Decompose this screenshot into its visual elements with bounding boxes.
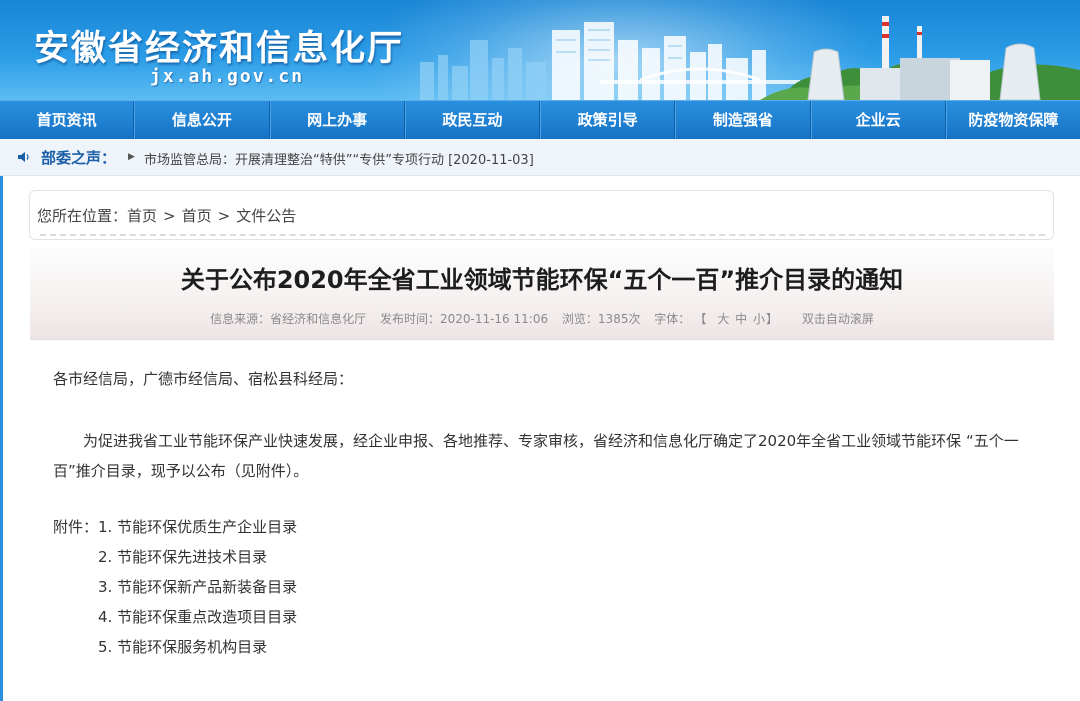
article-salutation: 各市经信局，广德市经信局、宿松县科经局： — [53, 370, 354, 388]
nav-item-enterprise-cloud[interactable]: 企业云 — [810, 101, 946, 139]
site-domain: jx.ah.gov.cn — [150, 66, 305, 87]
breadcrumb-panel: 您所在位置：首页 > 首页 > 文件公告 — [29, 190, 1054, 240]
font-size-control: 字体： 【大 中 小】 — [654, 312, 788, 326]
font-size-label: 字体： — [654, 312, 691, 326]
nav-item-manufacturing[interactable]: 制造强省 — [675, 101, 811, 139]
article-publish-time: 发布时间：2020-11-16 11:06 — [379, 312, 549, 326]
font-size-large[interactable]: 大 — [717, 312, 729, 326]
attachments-label: 附件： — [53, 518, 99, 536]
nav-item-online-services[interactable]: 网上办事 — [269, 101, 405, 139]
page-left-edge — [0, 139, 3, 701]
breadcrumb: 您所在位置：首页 > 首页 > 文件公告 — [37, 205, 296, 226]
attachment-link[interactable]: 1. 节能环保优质生产企业目录 — [98, 516, 297, 537]
speaker-icon — [18, 152, 29, 162]
article-meta: 信息来源：省经济和信息化厅 发布时间：2020-11-16 11:06 浏览：1… — [30, 310, 1054, 327]
attachment-link[interactable]: 3. 节能环保新产品新装备目录 — [98, 576, 297, 597]
nav-item-policy-guidance[interactable]: 政策引导 — [540, 101, 676, 139]
article-title: 关于公布2020年全省工业领域节能环保“五个一百”推介目录的通知 — [180, 266, 904, 294]
nav-item-public-interaction[interactable]: 政民互动 — [404, 101, 540, 139]
article-source: 信息来源：省经济和信息化厅 — [210, 312, 367, 326]
attachment-link[interactable]: 5. 节能环保服务机构目录 — [98, 636, 267, 657]
notice-arrow-icon: ▶ — [128, 152, 135, 162]
breadcrumb-separator: > — [163, 207, 176, 225]
autoscroll-toggle[interactable]: 双击自动滚屏 — [802, 312, 874, 326]
breadcrumb-divider — [40, 234, 1045, 236]
nav-item-epidemic-supplies[interactable]: 防疫物资保障 — [945, 101, 1080, 139]
font-size-medium[interactable]: 中 — [735, 312, 747, 326]
nav-item-info-disclosure[interactable]: 信息公开 — [134, 101, 270, 139]
main-nav: 首页资讯 信息公开 网上办事 政民互动 政策引导 制造强省 企业云 防疫物资保障 — [0, 100, 1080, 139]
notice-bar: 部委之声： ▶ 市场监管总局：开展清理整治“特供”“专供”专项行动 [2020-… — [0, 139, 1080, 176]
attachment-link[interactable]: 2. 节能环保先进技术目录 — [98, 546, 267, 567]
font-size-open-bracket: 【 — [700, 312, 707, 326]
article-header: 关于公布2020年全省工业领域节能环保“五个一百”推介目录的通知 信息来源：省经… — [30, 248, 1054, 340]
breadcrumb-link-home[interactable]: 首页 — [127, 207, 157, 225]
breadcrumb-link-home-2[interactable]: 首页 — [182, 207, 212, 225]
breadcrumb-link-announcements[interactable]: 文件公告 — [236, 207, 296, 225]
site-title: 安徽省经济和信息化厅 — [34, 29, 405, 69]
site-banner: 安徽省经济和信息化厅 jx.ah.gov.cn — [0, 0, 1080, 100]
notice-link[interactable]: 市场监管总局：开展清理整治“特供”“专供”专项行动 [2020-11-03] — [144, 149, 534, 168]
breadcrumb-separator: > — [217, 207, 231, 225]
article-view-count: 浏览：1385次 — [561, 312, 641, 326]
breadcrumb-prefix: 您所在位置： — [37, 207, 128, 225]
font-size-small[interactable]: 小 — [753, 312, 765, 326]
font-size-close-bracket: 】 — [766, 312, 779, 326]
article-paragraph: 为促进我省工业节能环保产业快速发展，经企业申报、各地推荐、专家审核，省经济和信息… — [53, 432, 1019, 480]
notice-label: 部委之声： — [41, 149, 117, 167]
nav-item-home-news[interactable]: 首页资讯 — [0, 101, 135, 139]
attachment-link[interactable]: 4. 节能环保重点改造项目目录 — [98, 606, 297, 627]
attachments-label-row: 附件： — [53, 516, 98, 537]
